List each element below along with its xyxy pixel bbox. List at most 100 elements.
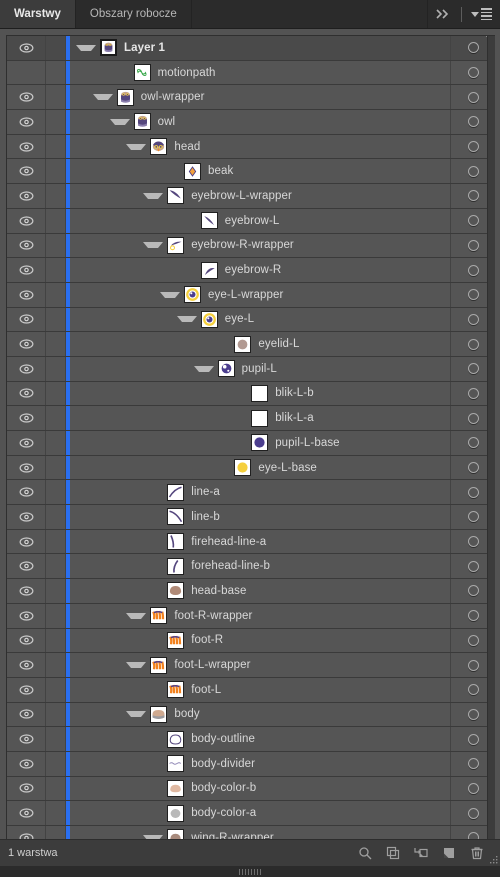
lock-toggle[interactable] (46, 307, 66, 332)
visibility-toggle[interactable] (7, 751, 46, 776)
visibility-toggle[interactable] (7, 159, 46, 184)
new-sublayer-icon[interactable] (414, 846, 428, 860)
layer-row[interactable]: eyebrow-R-wrapper (7, 233, 495, 259)
layer-row[interactable]: body-color-b (7, 776, 495, 802)
lock-toggle[interactable] (46, 431, 66, 455)
lock-toggle[interactable] (46, 628, 66, 653)
layer-name-label[interactable]: eye-L-wrapper (208, 289, 283, 301)
layer-row-content[interactable]: eye-L-wrapper (66, 282, 450, 307)
lock-toggle[interactable] (46, 258, 66, 282)
visibility-toggle[interactable] (7, 455, 46, 480)
layer-name-label[interactable]: owl (158, 116, 176, 128)
layer-row-content[interactable]: pupil-L (66, 356, 450, 381)
target-indicator[interactable] (467, 190, 479, 202)
layer-row-content[interactable]: forehead-line-b (66, 554, 450, 579)
layer-row[interactable]: blik-L-a (7, 406, 495, 431)
lock-toggle[interactable] (46, 554, 66, 579)
lock-toggle[interactable] (46, 208, 66, 233)
visibility-toggle[interactable] (7, 233, 46, 258)
layer-name-label[interactable]: motionpath (158, 67, 216, 79)
visibility-toggle[interactable] (7, 480, 46, 505)
tab-warstwy[interactable]: Warstwy (0, 0, 76, 28)
layer-name-label[interactable]: eye-L-base (258, 462, 317, 474)
layer-row[interactable]: eye-L-wrapper (7, 282, 495, 308)
panel-menu-icon[interactable] (471, 8, 492, 20)
visibility-toggle[interactable] (7, 381, 46, 406)
visibility-toggle[interactable] (7, 184, 46, 208)
layer-name-label[interactable]: body (174, 708, 199, 720)
lock-toggle[interactable] (46, 653, 66, 677)
layer-row-content[interactable]: line-b (66, 505, 450, 529)
layer-row-content[interactable]: blik-L-a (66, 406, 450, 430)
visibility-toggle[interactable] (7, 653, 46, 677)
target-indicator[interactable] (467, 782, 479, 794)
layer-name-label[interactable]: eyebrow-R-wrapper (191, 239, 294, 251)
layer-name-label[interactable]: firehead-line-a (191, 536, 266, 548)
chevron-down-icon[interactable] (126, 662, 147, 669)
target-indicator[interactable] (467, 264, 479, 276)
layer-name-label[interactable]: body-color-b (191, 782, 256, 794)
layer-row-content[interactable]: head (66, 134, 450, 159)
layer-row[interactable]: motionpath (7, 60, 495, 86)
layer-row[interactable]: wing-R-wrapper (7, 826, 495, 839)
layer-row-content[interactable]: blik-L-b (66, 381, 450, 406)
target-indicator[interactable] (467, 684, 479, 696)
layer-name-label[interactable]: foot-R (191, 634, 223, 646)
target-indicator[interactable] (467, 289, 479, 301)
visibility-toggle[interactable] (7, 826, 46, 839)
target-indicator[interactable] (467, 462, 479, 474)
target-indicator[interactable] (467, 511, 479, 523)
lock-toggle[interactable] (46, 282, 66, 307)
layer-name-label[interactable]: eyebrow-L (225, 215, 280, 227)
layer-row[interactable]: pupil-L-base (7, 431, 495, 456)
visibility-toggle[interactable] (7, 727, 46, 751)
target-indicator[interactable] (467, 634, 479, 646)
lock-toggle[interactable] (46, 505, 66, 529)
visibility-toggle[interactable] (7, 60, 46, 85)
lock-toggle[interactable] (46, 184, 66, 208)
visibility-toggle[interactable] (7, 801, 46, 825)
visibility-toggle[interactable] (7, 529, 46, 554)
layer-name-label[interactable]: wing-R-wrapper (191, 832, 274, 839)
layer-row-content[interactable]: eye-L-base (66, 455, 450, 480)
lock-toggle[interactable] (46, 159, 66, 184)
layer-row[interactable]: eyebrow-L (7, 208, 495, 234)
visibility-toggle[interactable] (7, 406, 46, 430)
resize-grip-icon[interactable] (489, 855, 498, 864)
lock-toggle[interactable] (46, 826, 66, 839)
visibility-toggle[interactable] (7, 282, 46, 307)
target-indicator[interactable] (467, 239, 479, 251)
target-indicator[interactable] (467, 437, 479, 449)
layer-row-content[interactable]: body-color-b (66, 776, 450, 801)
layer-row-content[interactable]: eyebrow-L-wrapper (66, 184, 450, 208)
layer-row-content[interactable]: eyebrow-R (66, 258, 450, 282)
layer-row-content[interactable]: body (66, 702, 450, 727)
layer-name-label[interactable]: foot-L-wrapper (174, 659, 250, 671)
layer-name-label[interactable]: body-color-a (191, 807, 256, 819)
layer-row-content[interactable]: eyelid-L (66, 332, 450, 356)
layer-name-label[interactable]: head-base (191, 585, 246, 597)
lock-toggle[interactable] (46, 381, 66, 406)
layer-row[interactable]: eyebrow-L-wrapper (7, 184, 495, 209)
layer-row-content[interactable]: firehead-line-a (66, 529, 450, 554)
layer-row[interactable]: foot-L (7, 677, 495, 703)
lock-toggle[interactable] (46, 751, 66, 776)
visibility-toggle[interactable] (7, 134, 46, 159)
layer-name-label[interactable]: foot-L (191, 684, 221, 696)
visibility-toggle[interactable] (7, 702, 46, 727)
lock-toggle[interactable] (46, 332, 66, 356)
layer-name-label[interactable]: line-a (191, 486, 220, 498)
layer-name-label[interactable]: blik-L-b (275, 387, 314, 399)
target-indicator[interactable] (467, 832, 479, 839)
visibility-toggle[interactable] (7, 258, 46, 282)
layer-row[interactable]: Layer 1 (7, 36, 495, 61)
layer-row[interactable]: eyelid-L (7, 332, 495, 357)
visibility-toggle[interactable] (7, 356, 46, 381)
layer-name-label[interactable]: eyebrow-R (225, 264, 282, 276)
visibility-toggle[interactable] (7, 505, 46, 529)
layer-name-label[interactable]: forehead-line-b (191, 560, 270, 572)
trash-icon[interactable] (470, 846, 484, 860)
visibility-toggle[interactable] (7, 554, 46, 579)
layer-row[interactable]: eye-L (7, 307, 495, 333)
layer-name-label[interactable]: Layer 1 (124, 42, 165, 54)
